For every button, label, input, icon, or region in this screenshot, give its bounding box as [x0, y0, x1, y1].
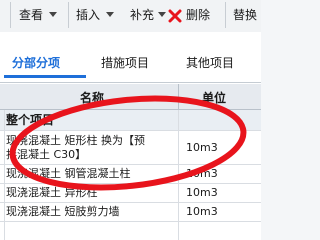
section-row[interactable]: 整个项目 — [0, 110, 261, 131]
row-name-line2: 拌混凝土 C30】 — [6, 148, 87, 161]
active-tab-indicator — [4, 75, 86, 78]
view-menu-button[interactable]: 查看 — [19, 0, 67, 32]
delete-x-icon — [168, 9, 182, 23]
view-menu-label: 查看 — [19, 8, 44, 22]
tab-other-items[interactable]: 其他项目 — [186, 54, 234, 76]
toolbar-separator — [225, 2, 226, 28]
supplement-menu-label: 补充 — [130, 8, 155, 22]
insert-menu-button[interactable]: 插入 — [76, 0, 124, 32]
chevron-down-icon — [49, 12, 57, 17]
table-row[interactable]: 现浇混凝土 短肢剪力墙 10m3 — [0, 203, 261, 222]
row-unit: 10m3 — [186, 186, 218, 199]
grid-body: 整个项目 现浇混凝土 矩形柱 换为【预 拌混凝土 C30】 10m3 现浇混凝土… — [0, 110, 261, 240]
tab-divisional-items[interactable]: 分部分项 — [12, 54, 60, 76]
table-row[interactable]: 现浇混凝土 异形柱 10m3 — [0, 184, 261, 203]
row-unit: 10m3 — [186, 141, 218, 154]
table-row[interactable]: 现浇混凝土 钢管混凝土柱 10m3 — [0, 165, 261, 184]
column-separator[interactable] — [178, 84, 179, 109]
toolbar-partial-button[interactable] — [0, 0, 4, 32]
row-unit: 10m3 — [186, 167, 218, 180]
chevron-down-icon — [106, 12, 114, 17]
header-unit[interactable]: 单位 — [202, 89, 226, 106]
row-name: 现浇混凝土 异形柱 — [6, 186, 98, 199]
column-separator — [178, 110, 179, 240]
row-name-line1: 现浇混凝土 矩形柱 换为【预 — [6, 134, 145, 147]
chevron-down-icon — [158, 12, 166, 17]
row-name: 现浇混凝土 短肢剪力墙 — [6, 205, 120, 218]
toolbar: 查看 插入 补充 删除 替换 — [0, 0, 261, 33]
grid-header: 名称 单位 — [0, 84, 261, 110]
replace-menu-label: 替换 — [233, 8, 258, 22]
table-row[interactable]: 现浇混凝土 矩形柱 换为【预 拌混凝土 C30】 10m3 — [0, 131, 261, 165]
tab-measure-items[interactable]: 措施项目 — [101, 54, 149, 76]
row-indicator-line — [4, 110, 5, 240]
supplement-menu-button[interactable]: 补充 — [130, 0, 168, 32]
delete-label: 删除 — [186, 8, 211, 22]
tab-divider — [0, 82, 261, 83]
section-label: 整个项目 — [6, 113, 55, 127]
row-name: 现浇混凝土 钢管混凝土柱 — [6, 167, 131, 180]
header-name[interactable]: 名称 — [80, 89, 104, 106]
toolbar-separator — [10, 2, 11, 28]
row-unit: 10m3 — [186, 205, 218, 218]
toolbar-separator — [68, 2, 69, 28]
insert-menu-label: 插入 — [76, 8, 101, 22]
delete-button[interactable]: 删除 — [168, 0, 220, 32]
replace-menu-button[interactable]: 替换 — [233, 0, 273, 32]
